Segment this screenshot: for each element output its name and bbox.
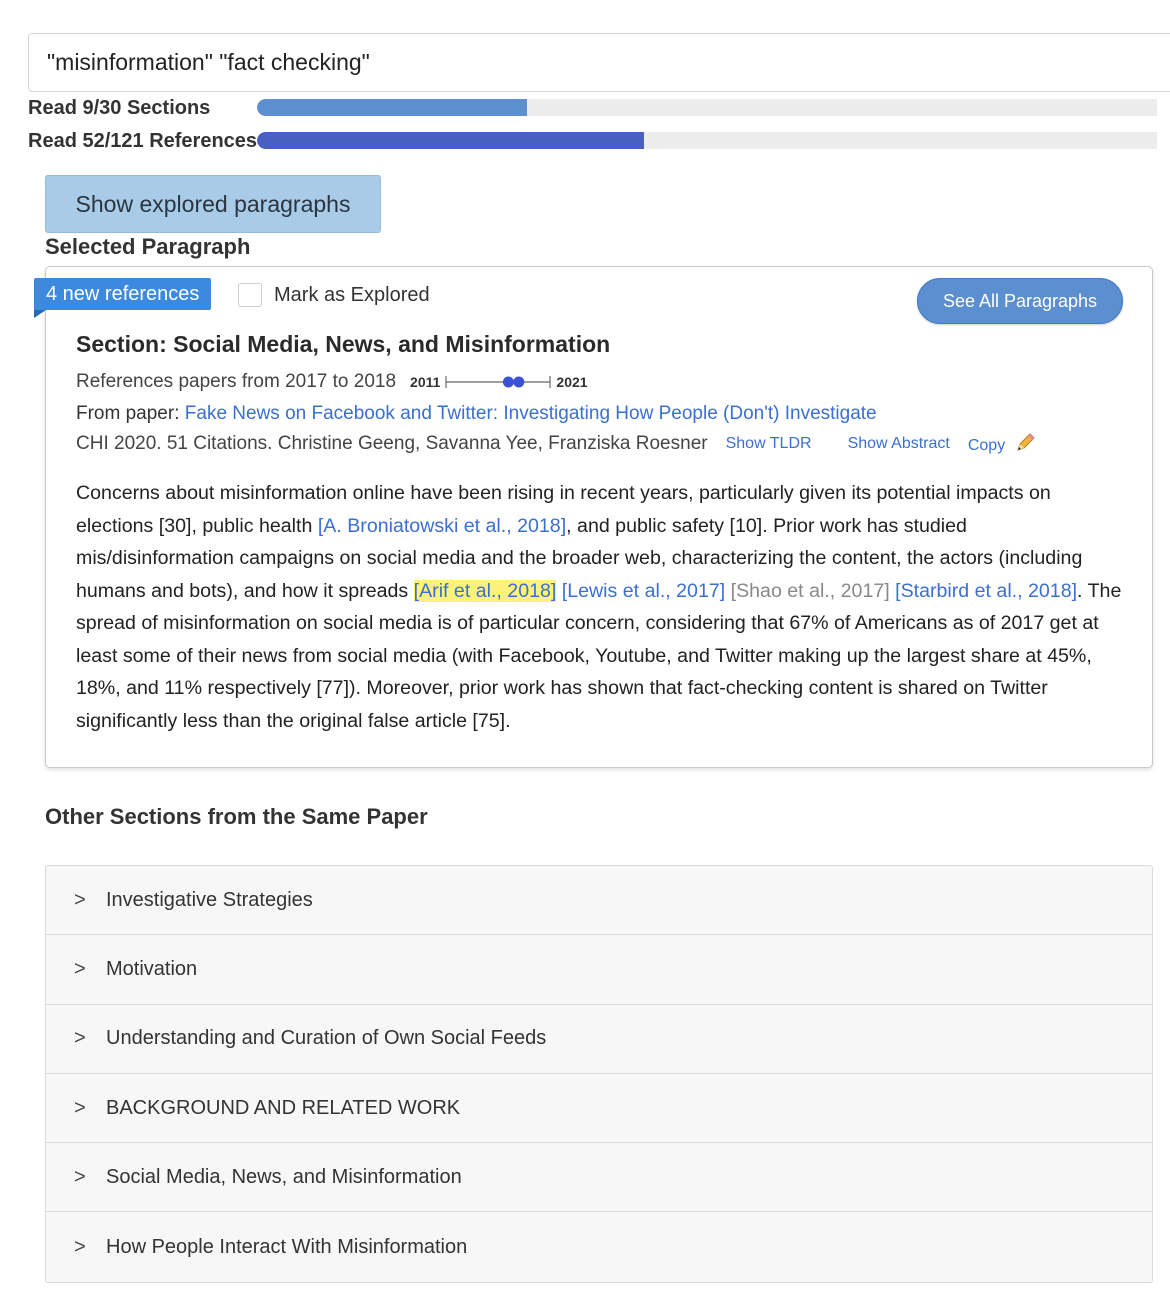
timeline-start-year: 2011 [410, 374, 441, 390]
section-item-label: Understanding and Curation of Own Social… [106, 1027, 547, 1050]
new-references-badge: 4 new references [34, 278, 212, 318]
citation-broniatowski[interactable]: [A. Broniatowski et al., 2018] [318, 515, 566, 537]
paper-meta: CHI 2020. 51 Citations. Christine Geeng,… [76, 433, 1126, 455]
citation-lewis[interactable]: [Lewis et al., 2017] [562, 580, 725, 602]
from-paper-line: From paper: Fake News on Facebook and Tw… [76, 403, 877, 425]
timeline-track [445, 376, 552, 388]
sections-progress-bar [257, 99, 1157, 116]
section-item-label: How People Interact With Misinformation [106, 1235, 468, 1258]
see-all-paragraphs-button[interactable]: See All Paragraphs [917, 278, 1123, 324]
section-item-label: Motivation [106, 957, 198, 980]
mark-explored-toggle[interactable]: Mark as Explored [238, 283, 430, 307]
timeline-end-year: 2021 [556, 374, 588, 390]
section-item-understanding-curation[interactable]: > Understanding and Curation of Own Soci… [46, 1005, 1152, 1074]
section-item-how-people-interact[interactable]: > How People Interact With Misinformatio… [46, 1212, 1152, 1281]
section-item-social-media-news[interactable]: > Social Media, News, and Misinformation [46, 1143, 1152, 1213]
chevron-right-icon: > [74, 1235, 86, 1258]
year-timeline: 2011 2021 [410, 372, 588, 392]
pencil-icon [1016, 433, 1035, 451]
citation-arif[interactable]: [Arif et al., 2018] [413, 579, 557, 602]
references-progress-bar [257, 132, 1157, 149]
section-item-investigative-strategies[interactable]: > Investigative Strategies [46, 866, 1152, 936]
other-sections-accordion: > Investigative Strategies > Motivation … [45, 865, 1153, 1283]
search-input[interactable] [28, 33, 1170, 92]
chevron-right-icon: > [74, 1096, 86, 1119]
timeline-start-dot [503, 376, 515, 388]
reference-range: References papers from 2017 to 2018 2011… [76, 371, 588, 393]
show-explored-paragraphs-button[interactable]: Show explored paragraphs [45, 175, 381, 233]
paragraph-part-3: . The spread of misinformation on social… [76, 579, 1122, 732]
copy-link[interactable]: Copy [968, 433, 1036, 455]
references-progress-fill [257, 132, 644, 149]
section-title: Section: Social Media, News, and Misinfo… [76, 331, 611, 357]
references-progress-label: Read 52/121 References [28, 129, 258, 152]
paragraph-text: Concerns about misinformation online hav… [76, 477, 1126, 737]
sections-progress: Read 9/30 Sections [28, 96, 211, 119]
selected-paragraph-card: 4 new references Mark as Explored See Al… [34, 266, 1153, 768]
chevron-right-icon: > [74, 1165, 86, 1188]
section-item-label: Investigative Strategies [106, 888, 313, 911]
references-progress: Read 52/121 References [28, 129, 258, 152]
section-item-background-related-work[interactable]: > BACKGROUND AND RELATED WORK [46, 1074, 1152, 1144]
chevron-right-icon: > [74, 888, 86, 911]
selected-paragraph-heading: Selected Paragraph [45, 234, 251, 259]
timeline-end-dot [513, 376, 525, 388]
mark-explored-label: Mark as Explored [274, 283, 430, 306]
section-item-motivation[interactable]: > Motivation [46, 935, 1152, 1005]
from-paper-label: From paper: [76, 403, 185, 424]
paper-title-link[interactable]: Fake News on Facebook and Twitter: Inves… [185, 403, 877, 424]
mark-explored-checkbox[interactable] [238, 283, 262, 307]
show-abstract-link[interactable]: Show Abstract [848, 435, 950, 453]
section-item-label: BACKGROUND AND RELATED WORK [106, 1096, 461, 1119]
sections-progress-fill [257, 99, 527, 116]
copy-label: Copy [967, 437, 1006, 454]
section-item-label: Social Media, News, and Misinformation [106, 1165, 462, 1188]
show-tldr-link[interactable]: Show TLDR [726, 435, 812, 453]
paper-meta-text: CHI 2020. 51 Citations. Christine Geeng,… [76, 433, 708, 454]
reference-range-text: References papers from 2017 to 2018 [76, 371, 397, 392]
chevron-right-icon: > [74, 957, 86, 980]
other-sections-heading: Other Sections from the Same Paper [45, 804, 428, 829]
chevron-right-icon: > [74, 1027, 86, 1050]
citation-shao: [Shao et al., 2017] [730, 579, 890, 602]
sections-progress-label: Read 9/30 Sections [28, 96, 211, 119]
citation-starbird[interactable]: [Starbird et al., 2018] [895, 580, 1077, 602]
